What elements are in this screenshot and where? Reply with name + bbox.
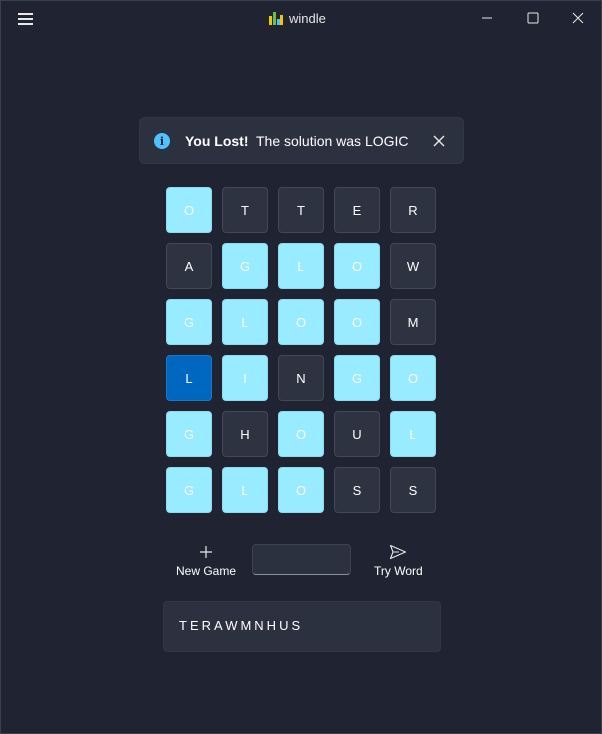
close-icon [433,135,445,147]
app-window: windle i You Lost! The solution was LOGI… [0,0,602,734]
notification-title: You Lost! [185,133,249,149]
letter-tile: M [390,299,436,345]
letter-tile: R [390,187,436,233]
letter-tile: O [334,243,380,289]
minimize-button[interactable] [464,1,510,35]
new-game-button[interactable]: New Game [176,543,236,578]
letter-tile: O [334,299,380,345]
letter-tile: S [390,467,436,513]
letter-tile: G [166,467,212,513]
letter-tile: W [390,243,436,289]
try-word-label: Try Word [374,564,423,578]
letter-tile: A [166,243,212,289]
window-title-text: windle [289,11,326,26]
letter-tile: N [278,355,324,401]
minimize-icon [482,17,492,19]
word-input[interactable] [252,544,351,575]
letter-tile: L [222,299,268,345]
info-icon: i [154,133,170,149]
letter-tile: O [278,299,324,345]
letter-tile: E [334,187,380,233]
send-icon [390,544,407,560]
close-window-button[interactable] [555,1,601,35]
letter-tile: G [166,299,212,345]
letter-tile: H [222,411,268,457]
letter-tile: O [278,411,324,457]
letter-tile: G [166,411,212,457]
maximize-icon [527,12,539,24]
letter-tile: O [166,187,212,233]
letter-tile: T [278,187,324,233]
bar-chart-app-icon [269,12,283,25]
plus-icon [200,546,213,558]
letter-tile: G [222,243,268,289]
result-notification: i You Lost! The solution was LOGIC [139,117,464,164]
title-bar[interactable]: windle [1,1,601,35]
menu-icon[interactable] [15,9,37,27]
window-title: windle [269,11,326,26]
excluded-letters-panel: TERAWMNHUS [163,601,441,652]
letter-tile: G [334,355,380,401]
notification-message: The solution was LOGIC [256,133,409,149]
letter-tile: U [334,411,380,457]
close-icon [572,12,584,24]
letter-tile: T [222,187,268,233]
letter-tile: L [222,467,268,513]
letter-tile: O [390,355,436,401]
letter-tile: S [334,467,380,513]
letter-tile: L [390,411,436,457]
letter-tile: I [222,355,268,401]
letter-tile: O [278,467,324,513]
notification-close-button[interactable] [428,130,450,152]
maximize-button[interactable] [510,1,556,35]
new-game-label: New Game [176,564,237,578]
letter-tile: L [166,355,212,401]
letter-tile: L [278,243,324,289]
try-word-button[interactable]: Try Word [374,543,423,578]
excluded-letters-text: TERAWMNHUS [179,618,304,633]
